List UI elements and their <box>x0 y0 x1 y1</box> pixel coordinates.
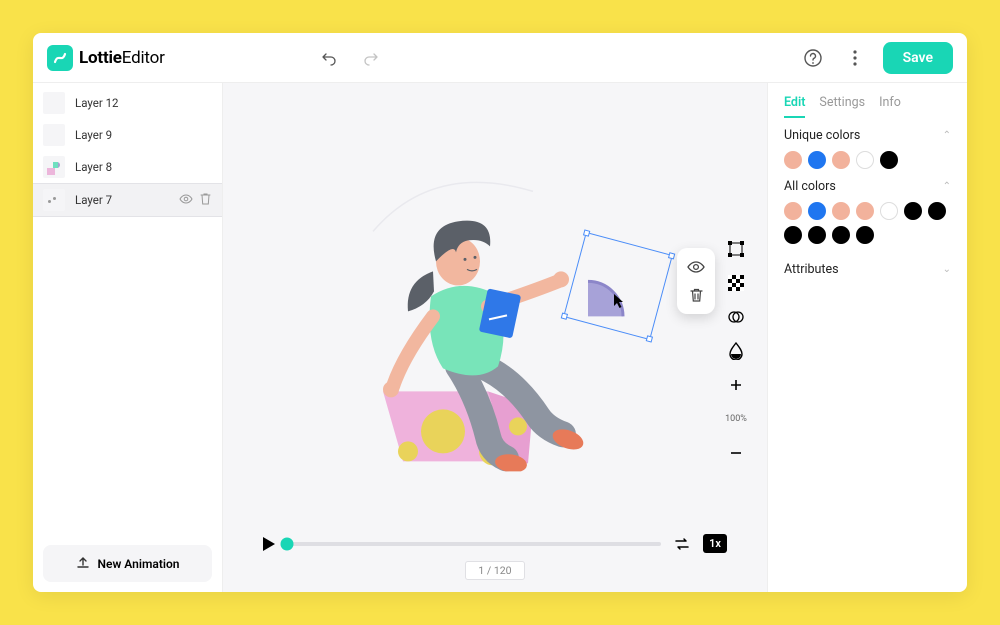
help-button[interactable] <box>799 44 827 72</box>
app-window: LottieEditor Save <box>33 33 967 592</box>
layer-item-selected[interactable]: Layer 7 <box>33 183 222 217</box>
layers-list: Layer 12 Layer 9 Layer 8 Layer 7 <box>33 83 222 535</box>
color-swatch[interactable] <box>808 202 826 220</box>
color-swatch[interactable] <box>784 151 802 169</box>
tab-info[interactable]: Info <box>879 95 901 118</box>
chevron-down-icon: ⌄ <box>943 264 951 275</box>
color-swatch[interactable] <box>904 202 922 220</box>
layer-label: Layer 8 <box>75 160 212 174</box>
color-swatch[interactable] <box>856 151 874 169</box>
color-swatch[interactable] <box>832 151 850 169</box>
color-swatch[interactable] <box>784 226 802 244</box>
zoom-out-button[interactable] <box>723 440 749 466</box>
layer-label: Layer 9 <box>75 128 212 142</box>
layer-thumbnail <box>43 156 65 178</box>
zoom-in-button[interactable] <box>723 372 749 398</box>
undo-button[interactable] <box>315 44 343 72</box>
layer-label: Layer 7 <box>75 193 169 207</box>
color-swatch[interactable] <box>928 202 946 220</box>
layer-label: Layer 12 <box>75 96 212 110</box>
layers-sidebar: Layer 12 Layer 9 Layer 8 Layer 7 <box>33 83 223 592</box>
color-swatch[interactable] <box>880 151 898 169</box>
contrast-tool[interactable] <box>723 304 749 330</box>
all-colors-header[interactable]: All colors ⌃ <box>784 179 951 194</box>
new-animation-button[interactable]: New Animation <box>43 545 212 582</box>
new-animation-label: New Animation <box>98 557 180 571</box>
history-controls <box>315 44 385 72</box>
color-swatch[interactable] <box>880 202 898 220</box>
loop-button[interactable] <box>673 537 691 551</box>
layer-thumbnail <box>43 92 65 114</box>
color-swatch[interactable] <box>832 202 850 220</box>
transparency-tool[interactable] <box>723 270 749 296</box>
unique-colors-swatches <box>784 151 951 169</box>
top-toolbar: LottieEditor Save <box>33 33 967 83</box>
color-swatch[interactable] <box>832 226 850 244</box>
upload-icon <box>76 555 90 572</box>
save-button[interactable]: Save <box>883 42 953 74</box>
all-colors-swatches <box>784 202 951 244</box>
animation-preview <box>333 151 633 471</box>
chevron-up-icon: ⌃ <box>943 130 951 141</box>
unique-colors-header[interactable]: Unique colors ⌃ <box>784 128 951 143</box>
unique-colors-label: Unique colors <box>784 128 860 143</box>
color-swatch[interactable] <box>856 202 874 220</box>
transform-tool[interactable] <box>723 236 749 262</box>
selection-context-popup <box>677 248 715 314</box>
delete-button[interactable] <box>683 282 709 308</box>
speed-button[interactable]: 1x <box>703 534 727 553</box>
cursor-icon <box>613 293 625 309</box>
logo-mark-icon <box>47 45 73 71</box>
layer-thumbnail <box>43 124 65 146</box>
layer-item[interactable]: Layer 8 <box>33 151 222 183</box>
zoom-percent[interactable]: 100% <box>723 406 749 432</box>
attributes-header[interactable]: Attributes ⌄ <box>784 262 951 277</box>
layer-item[interactable]: Layer 9 <box>33 119 222 151</box>
chevron-up-icon: ⌃ <box>943 181 951 192</box>
more-menu-button[interactable] <box>841 44 869 72</box>
brand-logo[interactable]: LottieEditor <box>47 45 165 71</box>
color-swatch[interactable] <box>808 226 826 244</box>
timeline: 1x 1 / 120 <box>223 526 767 592</box>
inspector-panel: Edit Settings Info Unique colors ⌃ All c… <box>767 83 967 592</box>
canvas[interactable]: 100% <box>223 83 767 526</box>
redo-button[interactable] <box>357 44 385 72</box>
eye-icon[interactable] <box>179 192 193 209</box>
tab-edit[interactable]: Edit <box>784 95 805 118</box>
frame-counter[interactable]: 1 / 120 <box>465 561 525 580</box>
color-swatch[interactable] <box>808 151 826 169</box>
color-swatch[interactable] <box>856 226 874 244</box>
timeline-handle[interactable] <box>281 537 294 550</box>
canvas-tools: 100% <box>723 236 749 466</box>
timeline-track[interactable] <box>287 542 661 546</box>
canvas-area: 100% 1x 1 / 120 <box>223 83 767 592</box>
inspector-tabs: Edit Settings Info <box>784 95 951 118</box>
trash-icon[interactable] <box>199 192 212 209</box>
fill-tool[interactable] <box>723 338 749 364</box>
tab-settings[interactable]: Settings <box>819 95 865 118</box>
all-colors-label: All colors <box>784 179 836 194</box>
color-swatch[interactable] <box>784 202 802 220</box>
layer-thumbnail <box>43 189 65 211</box>
attributes-label: Attributes <box>784 262 839 277</box>
play-button[interactable] <box>263 537 275 551</box>
layer-item[interactable]: Layer 12 <box>33 87 222 119</box>
brand-text: LottieEditor <box>79 48 165 68</box>
visibility-toggle-button[interactable] <box>683 254 709 280</box>
